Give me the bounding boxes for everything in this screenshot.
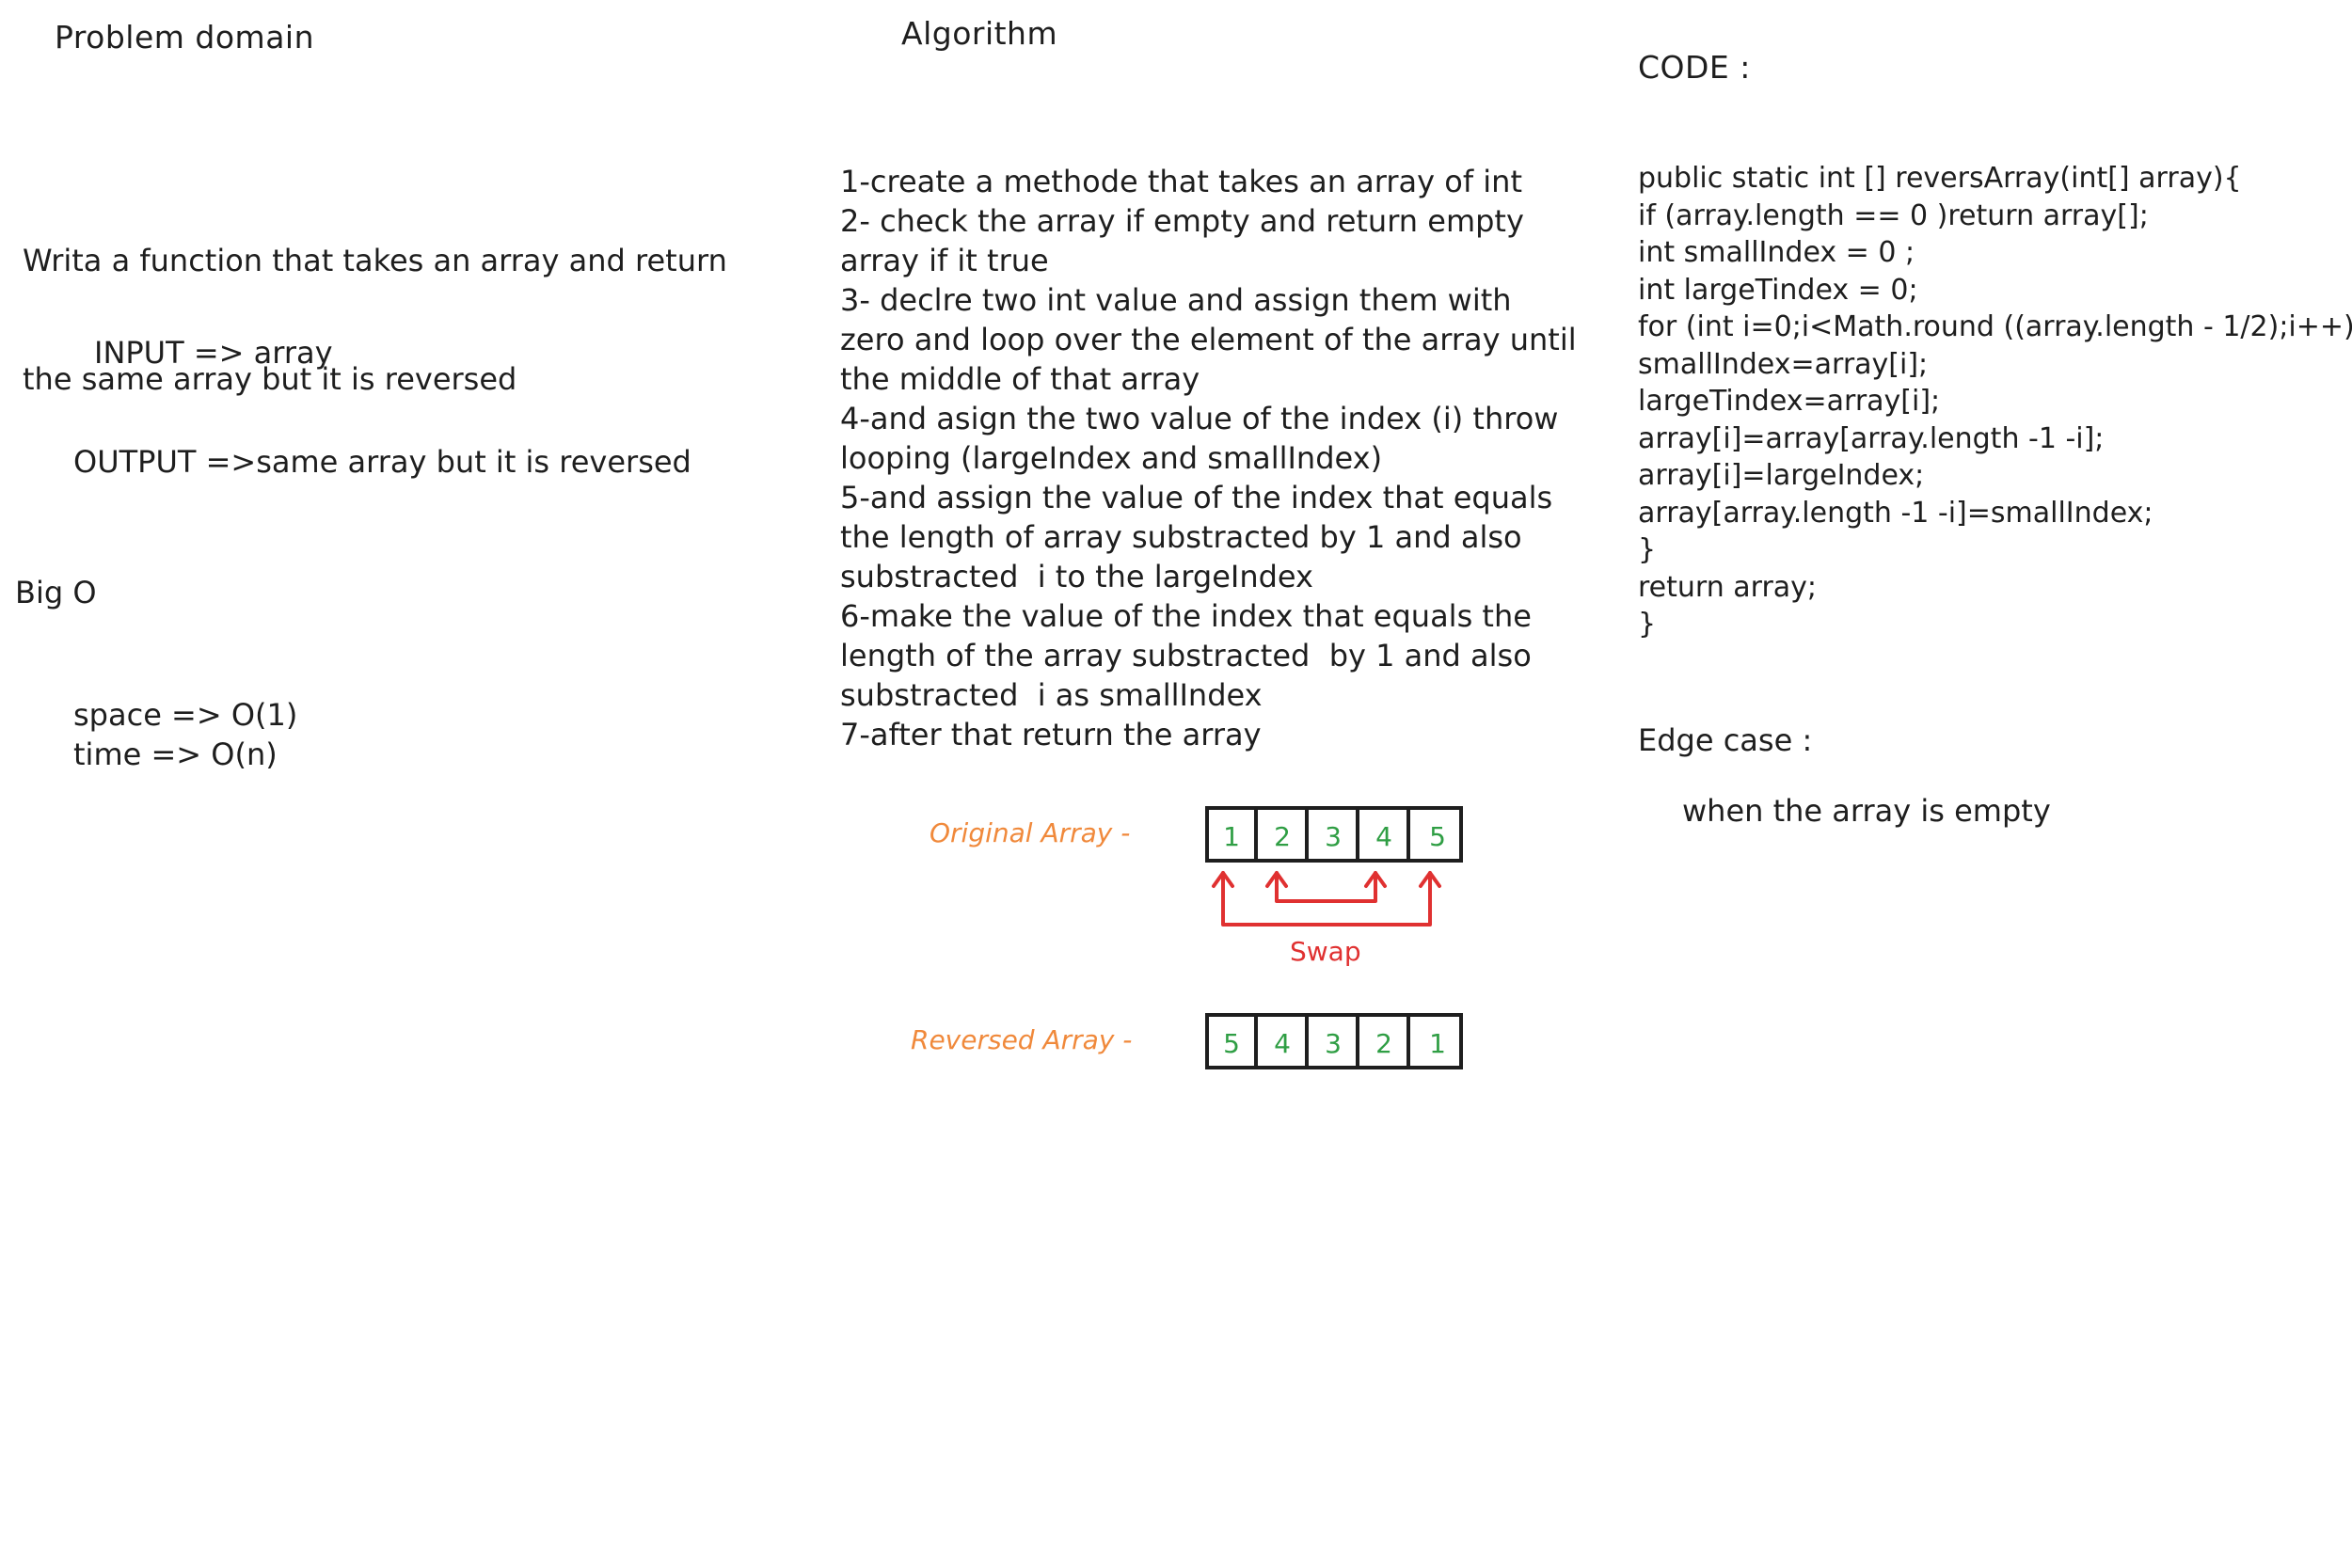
reversed-array-cell: 2 bbox=[1361, 1017, 1410, 1069]
outer-swap-arrow bbox=[1221, 871, 1432, 927]
original-array-cell: 4 bbox=[1361, 810, 1410, 863]
reversed-array-cell: 1 bbox=[1429, 1027, 1446, 1059]
code-line: int smallIndex = 0 ; bbox=[1638, 236, 1915, 269]
original-array-cell: 3 bbox=[1311, 810, 1359, 863]
original-array: 12345 bbox=[1205, 806, 1463, 863]
original-array-label: Original Array - bbox=[930, 817, 1131, 848]
algorithm-step-line: 4-and asign the two value of the index (… bbox=[840, 401, 1559, 436]
code-line: public static int [] reversArray(int[] a… bbox=[1638, 162, 2242, 195]
code-line: array[array.length -1 -i]=smallIndex; bbox=[1638, 496, 2153, 530]
algorithm-step-line: 5-and assign the value of the index that… bbox=[840, 480, 1553, 515]
original-array-cell: 5 bbox=[1429, 820, 1446, 852]
algorithm-heading: Algorithm bbox=[901, 15, 1058, 52]
algorithm-step-line: array if it true bbox=[840, 243, 1049, 278]
code-line: } bbox=[1638, 608, 1657, 641]
reversed-array: 54321 bbox=[1205, 1013, 1463, 1069]
algorithm-step-line: looping (largeIndex and smallIndex) bbox=[840, 440, 1383, 476]
algorithm-step-line: substracted i as smallIndex bbox=[840, 677, 1263, 713]
code-block: public static int [] reversArray(int[] a… bbox=[1638, 160, 2352, 643]
code-heading: CODE : bbox=[1638, 49, 1751, 86]
problem-description-line: Writa a function that takes an array and… bbox=[23, 243, 727, 278]
reversed-array-cell: 5 bbox=[1209, 1017, 1258, 1069]
code-line: for (int i=0;i<Math.round ((array.length… bbox=[1638, 310, 2352, 343]
code-line: int largeTindex = 0; bbox=[1638, 273, 1918, 307]
algorithm-step-line: the middle of that array bbox=[840, 361, 1200, 397]
code-line: } bbox=[1638, 533, 1657, 566]
time-complexity: time => O(n) bbox=[73, 736, 278, 772]
swap-label: Swap bbox=[1290, 936, 1361, 967]
edge-case-text: when the array is empty bbox=[1682, 793, 2051, 829]
inner-swap-arrow bbox=[1275, 871, 1377, 903]
code-line: return array; bbox=[1638, 570, 1818, 604]
algorithm-step-line: 2- check the array if empty and return e… bbox=[840, 203, 1524, 239]
edge-case-heading: Edge case : bbox=[1638, 722, 1813, 758]
algorithm-step-line: the length of array substracted by 1 and… bbox=[840, 519, 1522, 555]
code-line: array[i]=largeIndex; bbox=[1638, 459, 1925, 492]
code-line: largeTindex=array[i]; bbox=[1638, 385, 1941, 418]
code-line: if (array.length == 0 )return array[]; bbox=[1638, 198, 2149, 232]
algorithm-steps: 1-create a methode that takes an array o… bbox=[840, 162, 1577, 754]
code-line: array[i]=array[array.length -1 -i]; bbox=[1638, 421, 2105, 455]
algorithm-step-line: zero and loop over the element of the ar… bbox=[840, 322, 1577, 357]
space-complexity: space => O(1) bbox=[73, 697, 298, 733]
reversed-array-cell: 4 bbox=[1260, 1017, 1309, 1069]
algorithm-step-line: 3- declre two int value and assign them … bbox=[840, 282, 1512, 318]
reversed-array-label: Reversed Array - bbox=[911, 1024, 1133, 1055]
output-text: OUTPUT =>same array but it is reversed bbox=[73, 444, 691, 480]
problem-domain-heading: Problem domain bbox=[55, 19, 314, 55]
input-text: INPUT => array bbox=[94, 335, 333, 371]
algorithm-step-line: substracted i to the largeIndex bbox=[840, 559, 1313, 594]
algorithm-step-line: 1-create a methode that takes an array o… bbox=[840, 164, 1522, 199]
original-array-cell: 2 bbox=[1260, 810, 1309, 863]
algorithm-step-line: 6-make the value of the index that equal… bbox=[840, 598, 1532, 634]
original-array-cell: 1 bbox=[1209, 810, 1258, 863]
problem-description: Writa a function that takes an array and… bbox=[23, 162, 727, 438]
algorithm-step-line: length of the array substracted by 1 and… bbox=[840, 638, 1532, 673]
reversed-array-cell: 3 bbox=[1311, 1017, 1359, 1069]
algorithm-step-line: 7-after that return the array bbox=[840, 717, 1262, 752]
code-line: smallIndex=array[i]; bbox=[1638, 347, 1929, 381]
big-o-heading: Big O bbox=[15, 575, 97, 610]
